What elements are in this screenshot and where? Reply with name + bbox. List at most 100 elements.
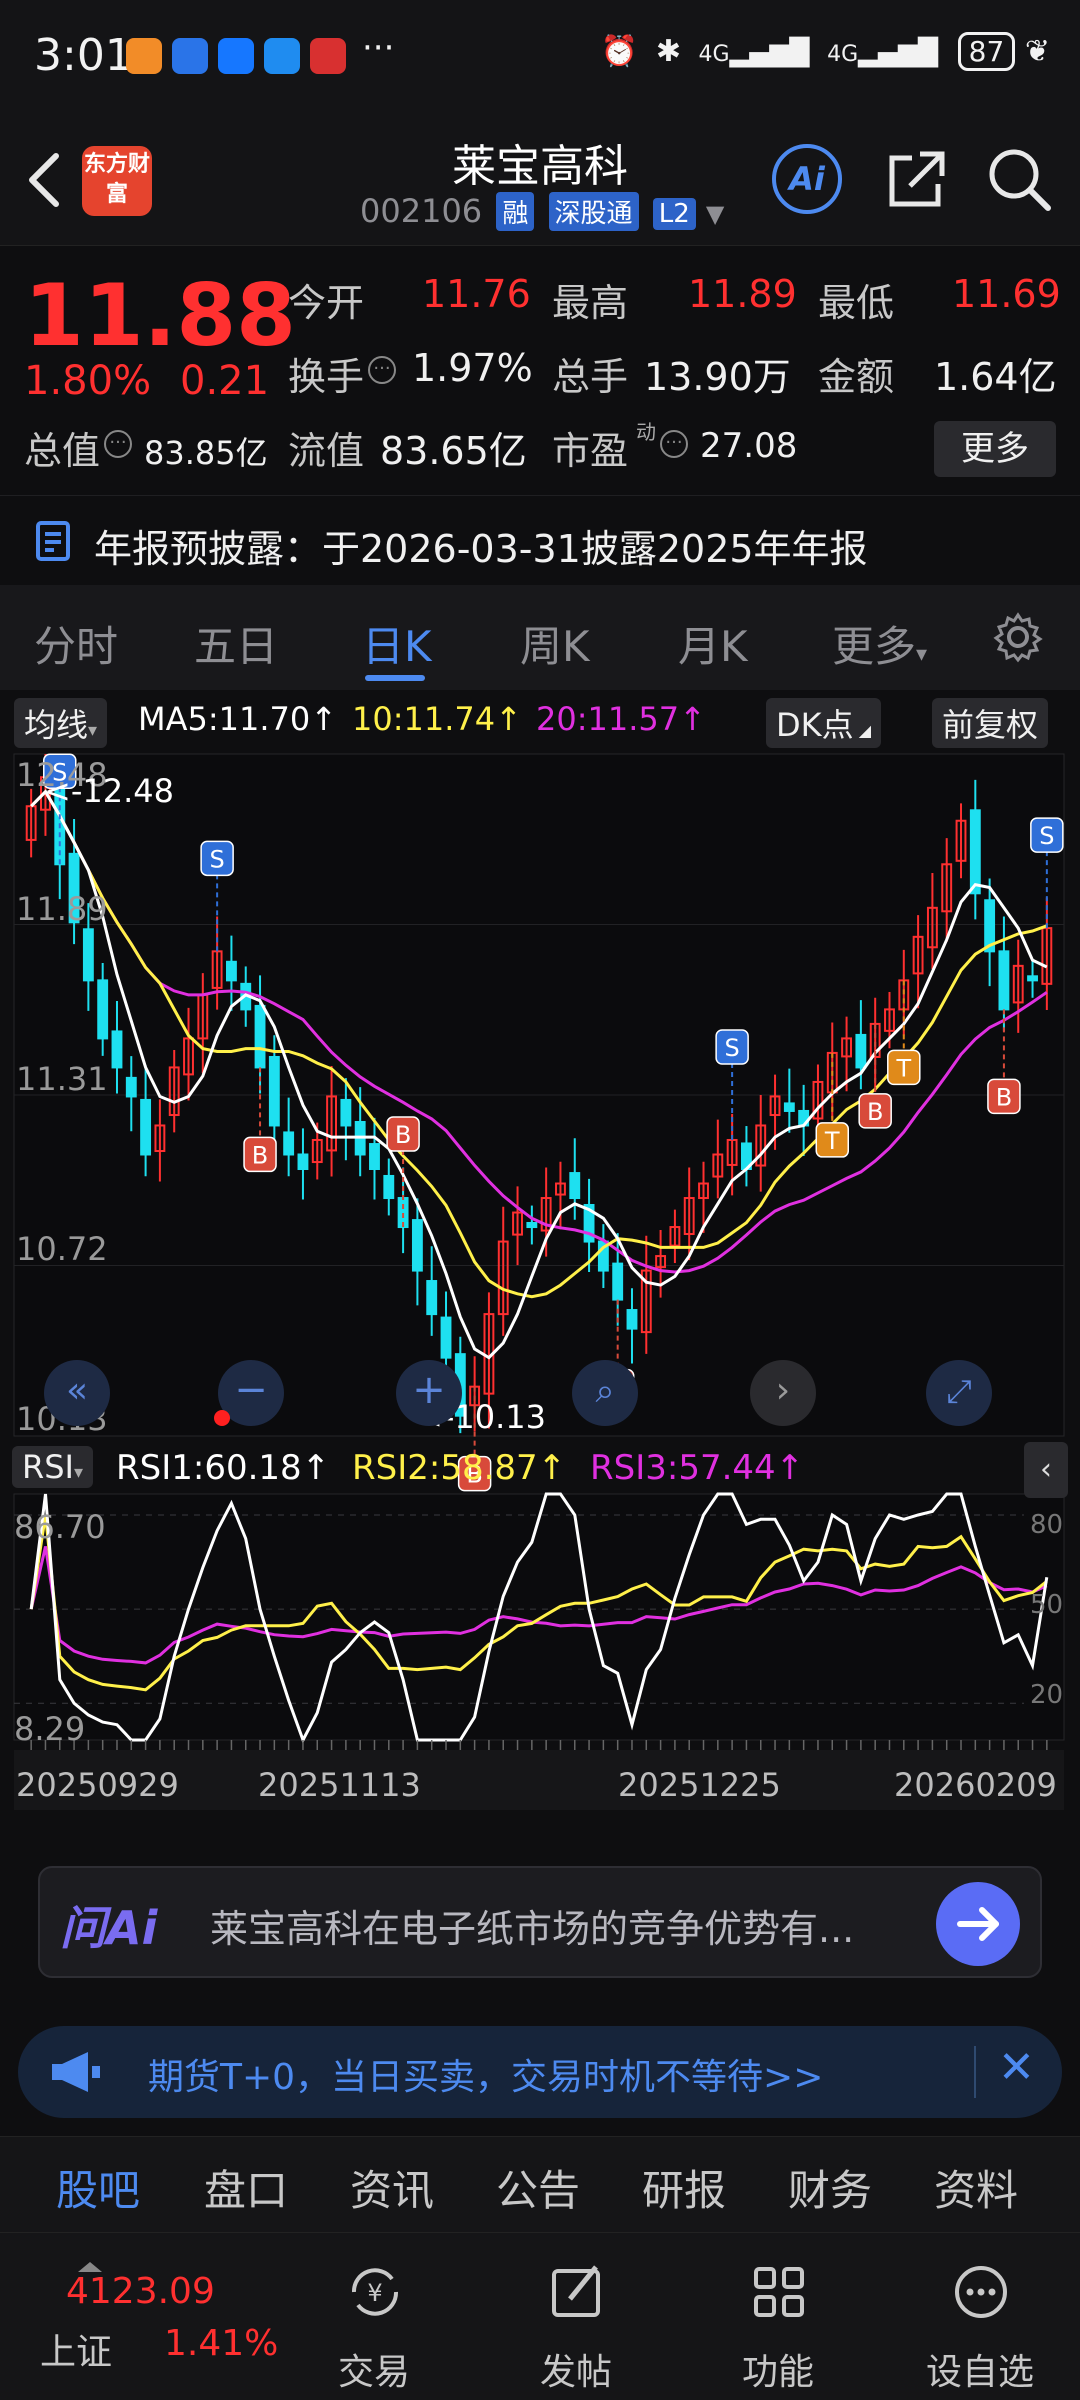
kline-chart[interactable]: SSBBBBSTBTBS <box>0 750 1080 1830</box>
scroll-left-icon[interactable]: « <box>44 1360 110 1426</box>
megaphone-icon <box>52 2052 100 2092</box>
collapse-panel-icon[interactable]: ‹ <box>1024 1442 1068 1498</box>
app-icon <box>310 38 346 74</box>
gear-icon[interactable] <box>992 611 1044 663</box>
rsi-y-top: 86.70 <box>14 1508 106 1546</box>
sell-marker-label: S <box>725 1034 740 1062</box>
y-tick-label: 10.72 <box>16 1230 108 1268</box>
tab-more[interactable]: 更多▾ <box>832 613 927 674</box>
dock-add-watchlist[interactable]: 设自选 <box>900 2233 1060 2400</box>
index-change: 1.41% <box>164 2323 279 2364</box>
candle-down <box>440 1316 452 1359</box>
candle-down <box>111 1030 123 1069</box>
forward-adjust-button[interactable]: 前复权 <box>932 698 1049 748</box>
stock-header: 东方财富 莱宝高科 002106 融 深股通 L2 ▼ Ai <box>0 110 1080 245</box>
ma10-value: 10:11.74↑ <box>352 700 522 738</box>
active-tab-underline <box>365 675 425 681</box>
ai-label: Ai <box>772 144 842 214</box>
low-label: 最低 <box>818 281 895 325</box>
candle-down <box>297 1153 309 1171</box>
buy-marker-label: B <box>867 1098 883 1126</box>
candle-down <box>612 1262 624 1301</box>
notice-bar[interactable]: 年报预披露：于2026-03-31披露2025年年报 <box>0 495 1080 585</box>
index-name: 上证 <box>40 2332 113 2373</box>
ai-question-bar[interactable]: 问Ai 莱宝高科在电子纸市场的竞争优势有... <box>38 1866 1042 1978</box>
pe-value: 27.08 <box>700 426 798 466</box>
y-tick-label: 11.31 <box>16 1060 108 1098</box>
candle-down <box>340 1098 352 1127</box>
bluetooth-icon: ✱ <box>655 34 681 69</box>
dock-functions-label: 功能 <box>741 2352 814 2393</box>
buy-marker-label: B <box>395 1121 411 1149</box>
candle-down <box>383 1174 395 1200</box>
candle-down <box>969 809 981 895</box>
candle-down <box>426 1280 438 1316</box>
turnover-value: 1.97% <box>412 346 533 390</box>
signal-bars-icon-2: ▂▄▆█ <box>858 38 939 68</box>
change-amount: 0.21 <box>180 358 270 404</box>
tab-announcements[interactable]: 公告 <box>496 2157 580 2218</box>
fullscreen-icon[interactable]: ⤢ <box>926 1360 992 1426</box>
amount-label: 金额 <box>818 355 895 399</box>
tab-forum[interactable]: 股吧 <box>56 2157 140 2218</box>
zoom-in-icon[interactable]: + <box>396 1360 462 1426</box>
tab-news[interactable]: 资讯 <box>350 2157 434 2218</box>
ai-button[interactable]: Ai <box>772 144 842 214</box>
ai-question-text: 莱宝高科在电子纸市场的竞争优势有... <box>210 1907 855 1951</box>
tab-intraday[interactable]: 分时 <box>34 613 118 674</box>
dock-post[interactable]: 发帖 <box>496 2233 656 2400</box>
battery-indicator: 87 <box>957 32 1016 71</box>
amount-value: 1.64亿 <box>934 355 1057 399</box>
stock-code: 002106 <box>360 192 483 230</box>
tab-orderbook[interactable]: 盘口 <box>204 2157 288 2218</box>
dock-post-label: 发帖 <box>539 2352 612 2393</box>
arrow-right-icon[interactable] <box>936 1882 1020 1966</box>
message-icon <box>264 38 300 74</box>
rsi-selector[interactable]: RSI▾ <box>12 1446 94 1488</box>
candle-down <box>268 1055 280 1127</box>
magnify-icon[interactable]: ⌕ <box>572 1360 638 1426</box>
index-ticker[interactable]: 4123.09 上证 1.41% <box>0 2233 280 2400</box>
ma-selector[interactable]: 均线▾ <box>14 698 108 748</box>
share-icon[interactable] <box>880 144 950 214</box>
candle-down <box>97 979 109 1040</box>
scroll-right-icon[interactable]: › <box>750 1360 816 1426</box>
stock-code-row[interactable]: 002106 融 深股通 L2 ▼ <box>360 192 724 231</box>
more-button[interactable]: 更多 <box>934 421 1056 477</box>
rsi3-value: RSI3:57.44↑ <box>590 1448 805 1488</box>
dropdown-caret-icon: ▼ <box>705 200 725 228</box>
caret-down-icon: ▾ <box>88 720 98 741</box>
dk-point-button[interactable]: DK点 ◢ <box>766 698 882 748</box>
ai-logo: 问Ai <box>60 1901 158 1955</box>
candle-down <box>283 1131 295 1156</box>
info-icon[interactable]: ··· <box>660 430 688 458</box>
kline-chart-area[interactable]: SSBBBBSTBTBS 12.48 11.89 11.31 10.72 10.… <box>0 750 1080 1830</box>
bottom-dock: 4123.09 上证 1.41% ¥ 交易 发帖 功能 设自选 <box>0 2232 1080 2400</box>
dock-functions[interactable]: 功能 <box>698 2233 858 2400</box>
tab-monthly-k[interactable]: 月K <box>678 613 748 674</box>
promo-text: 期货T+0，当日买卖，交易时机不等待>> <box>148 2057 824 2098</box>
pe-superscript: 动 <box>636 420 656 444</box>
promo-banner[interactable]: 期货T+0，当日买卖，交易时机不等待>> ✕ <box>18 2026 1062 2118</box>
dock-add-watchlist-label: 设自选 <box>925 2352 1034 2393</box>
alipay-icon <box>218 38 254 74</box>
volume-value: 13.90万 <box>644 355 791 399</box>
tab-profile[interactable]: 资料 <box>934 2157 1018 2218</box>
candle-down <box>998 950 1010 1011</box>
tab-weekly-k[interactable]: 周K <box>520 613 590 674</box>
close-icon[interactable]: ✕ <box>998 2042 1035 2093</box>
tab-financials[interactable]: 财务 <box>788 2157 872 2218</box>
tab-five-day[interactable]: 五日 <box>194 613 278 674</box>
volume-label: 总手 <box>552 355 629 399</box>
candle-down <box>140 1098 152 1156</box>
candle-down <box>569 1172 581 1200</box>
ma-selector-label: 均线 <box>24 706 89 744</box>
search-icon[interactable] <box>984 144 1054 214</box>
tab-daily-k[interactable]: 日K <box>362 613 432 674</box>
tab-research[interactable]: 研报 <box>642 2157 726 2218</box>
corner-icon: ◢ <box>853 721 872 740</box>
dock-trade[interactable]: ¥ 交易 <box>294 2233 454 2400</box>
info-icon[interactable]: ··· <box>368 356 396 384</box>
notice-text: 年报预披露：于2026-03-31披露2025年年报 <box>94 527 868 571</box>
info-icon[interactable]: ··· <box>104 430 132 458</box>
